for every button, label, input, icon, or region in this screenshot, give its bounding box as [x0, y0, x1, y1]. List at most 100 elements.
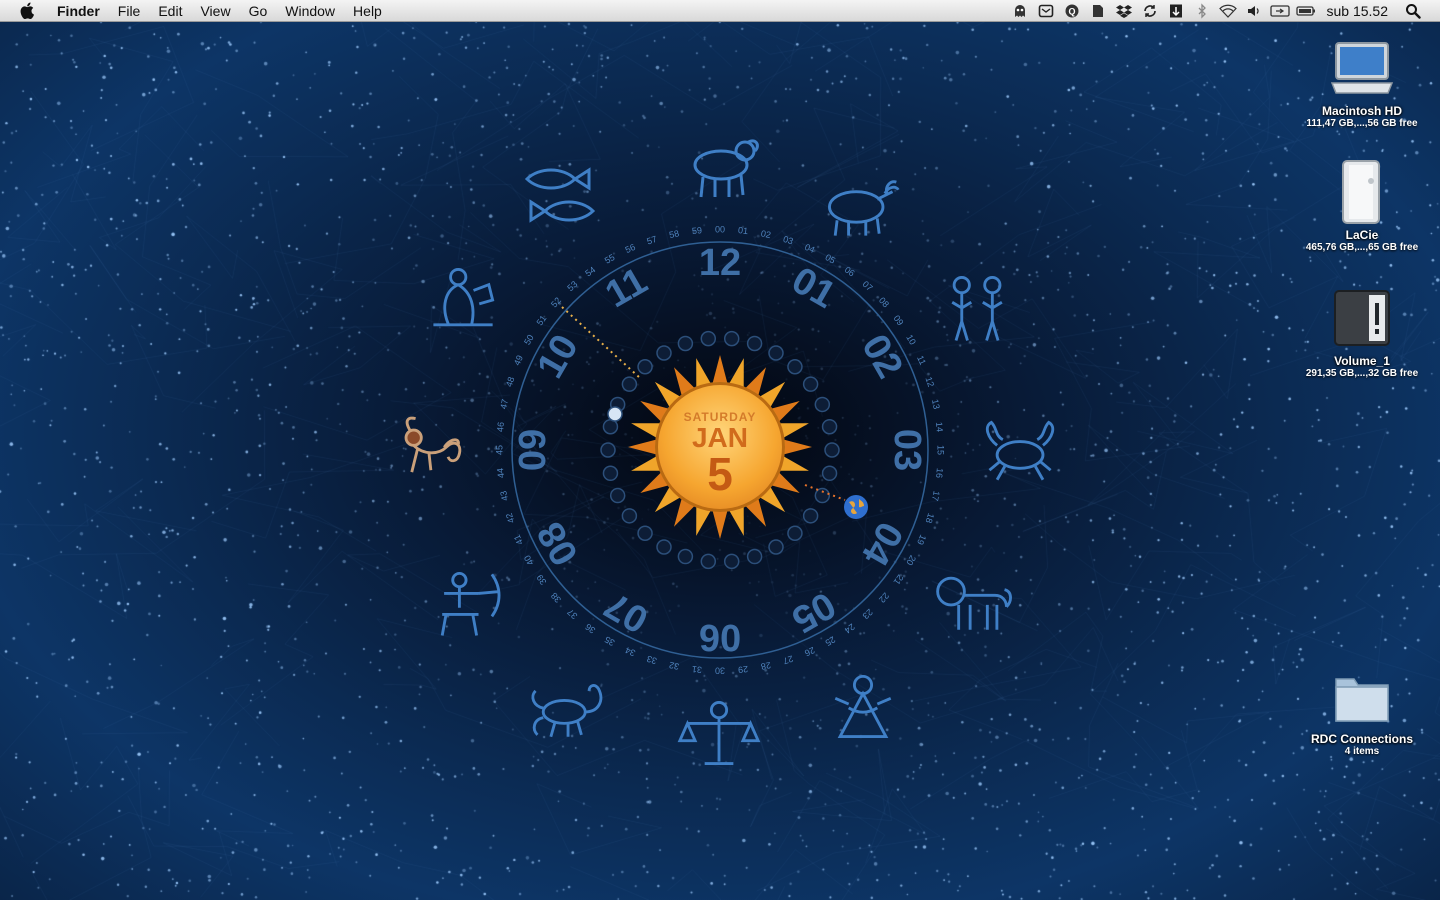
minute-label: 04: [803, 242, 816, 255]
document-icon[interactable]: [1085, 0, 1111, 22]
desktop-icon-label: LaCie: [1345, 228, 1379, 242]
desktop-icon-info: 465,76 GB,...,65 GB free: [1305, 242, 1419, 253]
minute-label: 36: [583, 622, 597, 636]
minute-label: 41: [512, 533, 525, 546]
moon-phase-dot: [677, 548, 694, 565]
minute-label: 42: [504, 512, 517, 525]
moon-phase-dot: [746, 548, 763, 565]
capricorn-icon: [385, 415, 471, 491]
minute-label: 44: [495, 468, 506, 479]
minute-label: 52: [549, 295, 563, 309]
pisces-icon: [520, 158, 606, 234]
minute-label: 17: [930, 490, 942, 502]
minute-label: 27: [782, 654, 795, 667]
desktop-icon-lacie[interactable]: LaCie 465,76 GB,...,65 GB free: [1292, 158, 1432, 253]
minute-label: 35: [603, 634, 617, 648]
mail-icon[interactable]: [1033, 0, 1059, 22]
external-drive-icon: [1328, 158, 1396, 226]
bluetooth-icon[interactable]: [1189, 0, 1215, 22]
minute-label: 22: [877, 591, 891, 605]
desktop-icon-info: 291,35 GB,...,32 GB free: [1305, 368, 1419, 379]
minute-label: 10: [904, 333, 918, 347]
dropbox-icon[interactable]: [1111, 0, 1137, 22]
menu-window[interactable]: Window: [276, 3, 344, 19]
menu-view[interactable]: View: [191, 3, 239, 19]
display-icon[interactable]: [1267, 0, 1293, 22]
desktop-icon-label: RDC Connections: [1311, 732, 1413, 746]
minute-label: 14: [934, 421, 945, 432]
clipboard-icon[interactable]: [1163, 0, 1189, 22]
minute-label: 46: [495, 421, 506, 432]
hour-label: 02: [853, 328, 911, 386]
ghost-icon[interactable]: [1007, 0, 1033, 22]
sun-ray: [781, 439, 812, 455]
minute-label: 37: [565, 607, 579, 621]
minute-label: 32: [668, 660, 680, 672]
minute-label: 31: [691, 664, 702, 675]
moon-phase-dot: [602, 418, 619, 435]
minute-label: 54: [583, 265, 597, 279]
aries-icon: [680, 130, 766, 206]
minute-label: 33: [646, 654, 659, 667]
desktop-icon-rdc-connections[interactable]: RDC Connections 4 items: [1292, 662, 1432, 757]
earth-icon: [843, 494, 869, 520]
moon-phase-dot: [677, 335, 694, 352]
moon-phase-dot: [723, 553, 740, 570]
minute-label: 50: [522, 333, 536, 347]
moon-phase-dot: [700, 553, 717, 570]
menu-edit[interactable]: Edit: [149, 3, 191, 19]
minute-label: 28: [760, 660, 772, 672]
minute-label: 59: [691, 225, 702, 236]
minute-label: 13: [930, 398, 942, 410]
minute-label: 19: [915, 533, 928, 546]
moon-phase-dot: [723, 330, 740, 347]
network-drive-icon: [1328, 284, 1396, 352]
minute-label: 34: [624, 645, 637, 658]
battery-icon[interactable]: [1293, 0, 1319, 22]
minute-label: 47: [498, 398, 510, 410]
desktop-icon-label: Volume_1: [1334, 354, 1390, 368]
wifi-icon[interactable]: [1215, 0, 1241, 22]
desktop-icon-macintosh-hd[interactable]: Macintosh HD 111,47 GB,...,56 GB free: [1292, 34, 1432, 129]
hour-label: 07: [598, 583, 656, 641]
spotlight-search-icon[interactable]: [1400, 0, 1426, 22]
menu-go[interactable]: Go: [240, 3, 277, 19]
sagittarius-icon: [425, 565, 511, 641]
hour-label: 08: [529, 515, 587, 573]
sun-ray: [628, 439, 659, 455]
moon-phase-dot: [600, 442, 616, 458]
svg-text:Q: Q: [1068, 6, 1075, 16]
desktop-icon-volume-1[interactable]: Volume_1 291,35 GB,...,32 GB free: [1292, 284, 1432, 379]
sync-icon[interactable]: [1137, 0, 1163, 22]
menu-file[interactable]: File: [109, 3, 150, 19]
taurus-icon: [818, 168, 904, 244]
minute-label: 08: [877, 295, 891, 309]
minute-label: 25: [823, 634, 837, 648]
minute-label: 11: [915, 354, 928, 367]
hour-label: 01: [785, 259, 843, 317]
minute-label: 15: [936, 445, 946, 455]
minute-label: 30: [715, 666, 725, 676]
moon-phase-dot: [824, 442, 840, 458]
menu-help[interactable]: Help: [344, 3, 391, 19]
date-disc: SATURDAY JAN 5: [655, 382, 785, 512]
minute-label: 21: [892, 573, 906, 587]
minute-label: 51: [535, 313, 549, 327]
minute-label: 23: [861, 607, 875, 621]
apple-menu-icon[interactable]: [16, 2, 38, 19]
cancer-icon: [978, 415, 1064, 491]
hour-label: 03: [886, 429, 928, 471]
hour-label: 12: [699, 242, 741, 284]
laptop-drive-icon: [1328, 34, 1396, 102]
volume-icon[interactable]: [1241, 0, 1267, 22]
minute-label: 18: [924, 512, 937, 525]
sun-ray: [712, 355, 728, 386]
minute-label: 24: [843, 622, 857, 636]
scorpio-icon: [526, 672, 612, 748]
minute-label: 26: [803, 645, 816, 658]
quicksilver-icon[interactable]: Q: [1059, 0, 1085, 22]
minute-label: 53: [565, 279, 579, 293]
menu-finder[interactable]: Finder: [48, 3, 109, 19]
menubar-clock[interactable]: sub 15.52: [1319, 3, 1401, 19]
libra-icon: [676, 695, 762, 771]
